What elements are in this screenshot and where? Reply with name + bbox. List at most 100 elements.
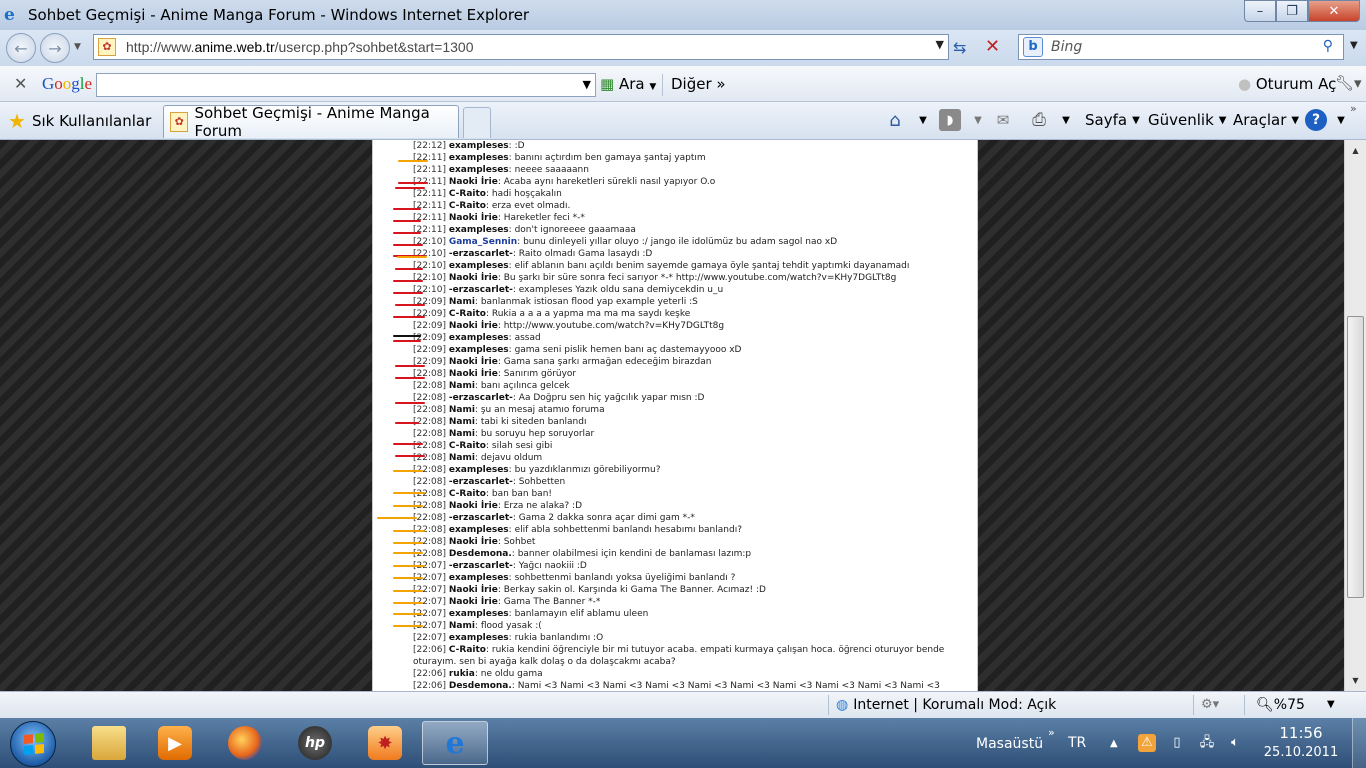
help-icon[interactable]: ?: [1305, 109, 1327, 131]
clock[interactable]: 11:56 25.10.2011: [1262, 724, 1340, 760]
taskbar-paint[interactable]: ✸: [352, 721, 418, 765]
google-search-button[interactable]: ▦ Ara ▼: [600, 75, 656, 93]
message-user[interactable]: C-Raito: [449, 441, 486, 451]
zoom-level[interactable]: 🔍︎%75: [1256, 697, 1305, 713]
message-user[interactable]: -erzascarlet-: [449, 393, 513, 403]
message-user[interactable]: Naoki İrie: [449, 213, 498, 223]
message-user[interactable]: exampleses: [449, 225, 509, 235]
message-user[interactable]: Naoki İrie: [449, 585, 498, 595]
device-icon[interactable]: ▯: [1168, 734, 1186, 752]
message-user[interactable]: Naoki İrie: [449, 273, 498, 283]
page-menu[interactable]: Sayfa ▼: [1085, 111, 1140, 129]
protected-mode-icon[interactable]: ⚙▾: [1201, 697, 1219, 712]
message-user[interactable]: Naoki İrie: [449, 321, 498, 331]
message-user[interactable]: exampleses: [449, 141, 509, 151]
taskbar-media-player[interactable]: ▶: [142, 721, 208, 765]
message-user[interactable]: Nami: [449, 297, 475, 307]
tab-current[interactable]: ✿ Sohbet Geçmişi - Anime Manga Forum: [163, 104, 459, 140]
message-user[interactable]: exampleses: [449, 633, 509, 643]
message-user[interactable]: Nami: [449, 405, 475, 415]
message-user[interactable]: C-Raito: [449, 201, 486, 211]
search-icon[interactable]: ⚲: [1323, 38, 1333, 54]
message-user[interactable]: Naoki İrie: [449, 597, 498, 607]
message-user[interactable]: exampleses: [449, 165, 509, 175]
history-dropdown-icon[interactable]: ▼: [74, 42, 81, 52]
message-user[interactable]: -erzascarlet-: [449, 561, 513, 571]
message-user[interactable]: Nami: [449, 381, 475, 391]
message-user[interactable]: Desdemona.: [449, 549, 512, 559]
print-icon[interactable]: ⎙: [1028, 109, 1050, 131]
taskbar-explorer[interactable]: [76, 721, 142, 765]
message-user[interactable]: -erzascarlet-: [449, 477, 513, 487]
taskbar-firefox[interactable]: [212, 721, 278, 765]
forward-button[interactable]: →: [40, 33, 70, 63]
scroll-down-icon[interactable]: ▼: [1345, 672, 1366, 689]
message-user[interactable]: exampleses: [449, 345, 509, 355]
sign-in-button[interactable]: ● Oturum Aç: [1238, 75, 1336, 93]
chevron-right-icon[interactable]: »: [1048, 726, 1055, 739]
message-user[interactable]: -erzascarlet-: [449, 249, 513, 259]
message-user[interactable]: Nami: [449, 429, 475, 439]
search-dropdown-icon[interactable]: ▼: [1350, 40, 1358, 51]
message-user[interactable]: Naoki İrie: [449, 357, 498, 367]
desktop-toolbar-label[interactable]: Masaüstü: [976, 736, 1043, 752]
close-button[interactable]: ✕: [1308, 0, 1360, 22]
more-button[interactable]: Diğer »: [671, 75, 726, 93]
rss-dropdown-icon[interactable]: ▼: [967, 109, 989, 131]
taskbar-hp[interactable]: hp: [282, 721, 348, 765]
network-icon[interactable]: 🖧: [1198, 734, 1216, 752]
google-search-input[interactable]: ▼: [96, 73, 596, 97]
refresh-icon[interactable]: ⇆: [953, 38, 966, 57]
mail-icon[interactable]: ✉: [992, 109, 1014, 131]
message-user[interactable]: exampleses: [449, 465, 509, 475]
scroll-up-icon[interactable]: ▲: [1345, 142, 1366, 159]
message-user[interactable]: Nami: [449, 453, 475, 463]
message-user[interactable]: exampleses: [449, 609, 509, 619]
home-icon[interactable]: ⌂: [884, 109, 906, 131]
new-tab-button[interactable]: [463, 107, 491, 138]
message-user[interactable]: Nami: [449, 417, 475, 427]
scroll-thumb[interactable]: [1347, 316, 1364, 598]
back-button[interactable]: ←: [6, 33, 36, 63]
message-user[interactable]: Gama_Sennin: [449, 237, 517, 247]
message-user[interactable]: Naoki İrie: [449, 537, 498, 547]
chevron-more-icon[interactable]: »: [1350, 102, 1357, 115]
help-dropdown-icon[interactable]: ▼: [1330, 109, 1352, 131]
message-user[interactable]: exampleses: [449, 525, 509, 535]
message-user[interactable]: C-Raito: [449, 189, 486, 199]
stop-icon[interactable]: ✕: [985, 36, 1000, 57]
message-user[interactable]: Nami: [449, 621, 475, 631]
minimize-button[interactable]: –: [1244, 0, 1276, 22]
message-user[interactable]: exampleses: [449, 333, 509, 343]
safety-menu[interactable]: Güvenlik ▼: [1148, 111, 1226, 129]
message-user[interactable]: Naoki İrie: [449, 369, 498, 379]
maximize-button[interactable]: ❐: [1276, 0, 1308, 22]
address-dropdown-icon[interactable]: ▼: [936, 38, 944, 51]
start-button[interactable]: [10, 721, 56, 767]
message-user[interactable]: C-Raito: [449, 309, 486, 319]
message-user[interactable]: Naoki İrie: [449, 501, 498, 511]
print-dropdown-icon[interactable]: ▼: [1055, 109, 1077, 131]
close-toolbar-icon[interactable]: ✕: [14, 74, 27, 93]
address-input[interactable]: ✿ http://www.anime.web.tr/usercp.php?soh…: [93, 34, 949, 60]
message-user[interactable]: exampleses: [449, 573, 509, 583]
rss-feed-icon[interactable]: ◗: [939, 109, 961, 131]
security-zone[interactable]: ◍ Internet | Korumalı Mod: Açık: [836, 697, 1056, 713]
message-user[interactable]: -erzascarlet-: [449, 285, 513, 295]
volume-icon[interactable]: 🔈︎: [1226, 734, 1244, 752]
language-indicator[interactable]: TR: [1068, 735, 1086, 751]
message-user[interactable]: rukia: [449, 669, 475, 679]
show-hidden-icons-icon[interactable]: ▲: [1110, 738, 1118, 749]
message-user[interactable]: Desdemona.: [449, 681, 512, 691]
message-user[interactable]: exampleses: [449, 261, 509, 271]
show-desktop-button[interactable]: [1352, 718, 1366, 768]
message-user[interactable]: C-Raito: [449, 645, 486, 655]
home-dropdown-icon[interactable]: ▼: [912, 109, 934, 131]
favorites-button[interactable]: ★ Sık Kullanılanlar: [8, 109, 151, 133]
message-user[interactable]: C-Raito: [449, 489, 486, 499]
wrench-icon[interactable]: 🔧︎▾: [1335, 74, 1362, 92]
search-input[interactable]: b Bing ⚲: [1018, 34, 1344, 60]
security-alert-icon[interactable]: ⚠: [1138, 734, 1156, 752]
message-user[interactable]: -erzascarlet-: [449, 513, 513, 523]
message-user[interactable]: exampleses: [449, 153, 509, 163]
